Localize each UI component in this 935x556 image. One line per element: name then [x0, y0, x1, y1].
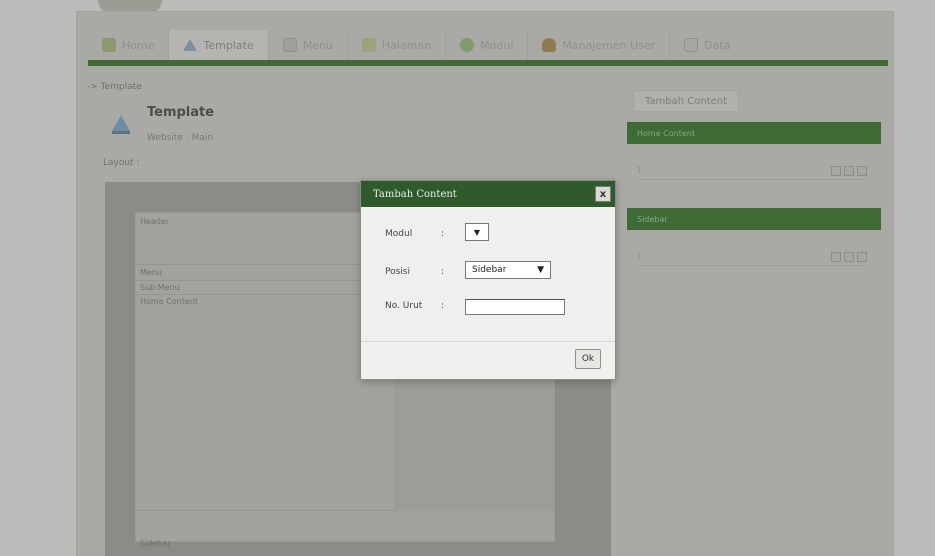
nourut-label: No. Urut	[385, 301, 423, 311]
modul-select[interactable]: ▼	[465, 223, 489, 241]
chevron-down-icon: ▼	[473, 227, 481, 237]
move-down-icon[interactable]	[844, 251, 854, 262]
move-down-icon[interactable]	[844, 165, 854, 176]
nav-underline	[88, 60, 888, 66]
nourut-colon: :	[441, 301, 445, 311]
move-up-icon[interactable]	[831, 165, 841, 176]
user-icon	[542, 38, 557, 52]
posisi-colon: :	[441, 267, 445, 277]
section-sidebar[interactable]: Sidebar	[627, 208, 881, 230]
page-icon	[361, 38, 376, 52]
dialog-title: Tambah Content	[373, 188, 457, 200]
module-icon	[460, 38, 475, 52]
row-number: 1	[637, 252, 643, 261]
nav-item-template[interactable]: Template	[169, 30, 269, 60]
breadcrumb: -> Template	[87, 82, 142, 92]
nav-item-menu[interactable]: Menu	[269, 30, 348, 60]
delete-icon[interactable]	[857, 165, 867, 176]
dialog-divider	[361, 341, 615, 342]
posisi-selected-value: Sidebar	[472, 265, 507, 275]
row-controls	[831, 165, 867, 176]
section-home-content-label: Home Content	[637, 128, 695, 138]
nav-label-template: Template	[203, 38, 254, 52]
section-home-content[interactable]: Home Content	[627, 122, 881, 144]
delete-icon[interactable]	[857, 251, 867, 262]
nav-label-manajemen-user: Manajemen User	[562, 38, 656, 52]
nav-item-data[interactable]: Data	[670, 30, 744, 60]
page-subtitle: Website : Main	[147, 133, 214, 143]
chevron-down-icon: ▼	[537, 265, 544, 275]
posisi-label: Posisi	[385, 267, 410, 277]
layout-label: Layout :	[103, 158, 140, 168]
main-nav: Home Template Menu Halaman Modul Manajem…	[88, 28, 888, 66]
home-icon	[102, 38, 116, 52]
section-sidebar-label: Sidebar	[637, 214, 668, 224]
nav-item-home[interactable]: Home	[88, 30, 170, 60]
nav-item-modul[interactable]: Modul	[446, 30, 529, 60]
nav-item-halaman[interactable]: Halaman	[348, 30, 447, 60]
template-icon	[112, 115, 130, 134]
modul-label: Modul	[385, 229, 413, 239]
menu-icon	[282, 38, 297, 52]
row-number: 1	[637, 166, 643, 175]
tambah-content-dialog: Tambah Content x Modul : ▼ Posisi : Side…	[360, 180, 616, 380]
list-item: 1	[637, 248, 867, 266]
modul-colon: :	[441, 229, 445, 239]
nav-label-halaman: Halaman	[381, 38, 432, 52]
close-icon[interactable]: x	[595, 186, 611, 202]
nav-label-modul: Modul	[480, 38, 514, 52]
ok-button[interactable]: Ok	[575, 349, 601, 369]
nav-label-home: Home	[122, 38, 155, 52]
list-item: 1	[637, 162, 867, 180]
nourut-input[interactable]	[465, 299, 565, 315]
tambah-content-button[interactable]: Tambah Content	[633, 90, 739, 112]
move-up-icon[interactable]	[831, 251, 841, 262]
nav-item-manajemen-user[interactable]: Manajemen User	[528, 30, 671, 60]
dialog-titlebar: Tambah Content x	[361, 181, 615, 207]
page-title: Template	[147, 105, 215, 120]
layout-sidebar[interactable]: Sidebar	[136, 539, 554, 551]
row-controls	[831, 251, 867, 262]
data-icon	[684, 38, 699, 52]
posisi-select[interactable]: Sidebar ▼	[465, 261, 551, 279]
nav-label-menu: Menu	[302, 38, 333, 52]
nav-label-data: Data	[704, 38, 731, 52]
template-icon	[183, 39, 198, 51]
